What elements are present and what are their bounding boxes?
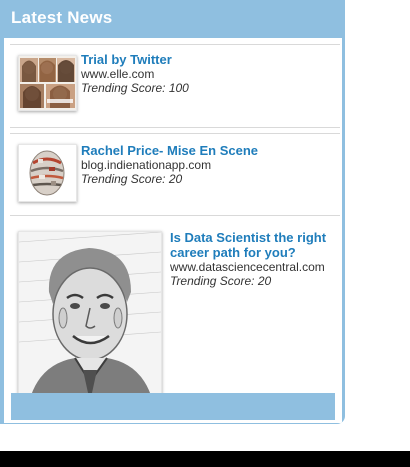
collage-thumbnail-icon [19,56,76,110]
news-item-title-link[interactable]: Is Data Scientist the right career path … [170,230,330,260]
widget-footer-bar [11,393,335,420]
news-item-trending-score: Trending Score: 100 [81,81,189,95]
portrait-sketch-thumbnail[interactable] [18,231,162,403]
news-item[interactable]: Rachel Price- Mise En Scene blog.indiena… [4,134,342,214]
widget-header: Latest News [0,0,345,38]
sphere-thumbnail[interactable] [18,144,77,202]
latest-news-widget: Latest News Trial by Twitter www.elle.co… [0,0,345,424]
bottom-edge-bar [0,451,410,467]
news-item-title-link[interactable]: Trial by Twitter [81,52,172,67]
news-item-source: blog.indienationapp.com [81,158,212,172]
news-item-trending-score: Trending Score: 20 [170,274,272,288]
widget-title: Latest News [11,8,113,27]
news-item-source: www.datasciencecentral.com [170,260,325,274]
news-item[interactable]: Trial by Twitter www.elle.com Trending S… [4,45,342,127]
news-item-source: www.elle.com [81,67,155,81]
sphere-thumbnail-icon [19,145,76,201]
portrait-sketch-thumbnail-icon [19,232,161,402]
news-item-title-link[interactable]: Rachel Price- Mise En Scene [81,143,258,158]
news-item-trending-score: Trending Score: 20 [81,172,183,186]
news-item[interactable]: Is Data Scientist the right career path … [4,216,342,423]
news-list[interactable]: Trial by Twitter www.elle.com Trending S… [4,38,342,423]
collage-thumbnail[interactable] [18,55,77,111]
divider [10,127,340,128]
